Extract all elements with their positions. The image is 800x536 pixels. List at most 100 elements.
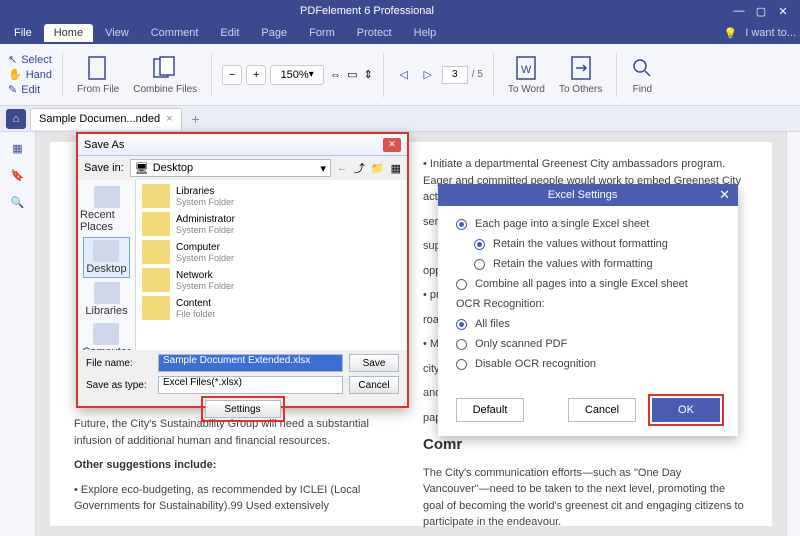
filename-input[interactable]: Sample Document Extended.xlsx: [158, 354, 343, 372]
combine-files-button[interactable]: Combine Files: [129, 52, 201, 97]
save-as-dialog: Save As ✕ Save in: 🖥 Desktop ▾ ← ⤴ 📁 ▦ R…: [76, 132, 409, 408]
edit-tool[interactable]: ✎Edit: [8, 83, 52, 96]
to-word-button[interactable]: W To Word: [504, 52, 549, 97]
from-file-button[interactable]: From File: [73, 52, 123, 97]
savein-toolbar: Save in: 🖥 Desktop ▾ ← ⤴ 📁 ▦: [78, 156, 407, 180]
bookmark-icon[interactable]: 🔖: [11, 169, 25, 182]
menu-file[interactable]: File: [4, 24, 42, 42]
close-tab-icon[interactable]: ×: [166, 113, 172, 125]
desktop-icon: 🖥: [135, 162, 149, 175]
cursor-icon: ↖: [8, 53, 17, 66]
hand-icon: ✋: [8, 68, 22, 81]
word-icon: W: [515, 54, 537, 82]
zoom-out-button[interactable]: −: [222, 65, 242, 85]
select-tool[interactable]: ↖Select: [8, 53, 52, 66]
list-item[interactable]: ContentFile folder: [138, 294, 405, 322]
menu-comment[interactable]: Comment: [141, 24, 209, 42]
up-icon[interactable]: ⤴: [354, 160, 365, 176]
page-number-input[interactable]: [442, 66, 468, 84]
ok-button[interactable]: OK: [652, 398, 720, 422]
settings-button[interactable]: Settings: [205, 400, 281, 418]
menu-home[interactable]: Home: [44, 24, 93, 42]
ocr-all[interactable]: All files: [456, 318, 720, 330]
opt-no-format[interactable]: Retain the values without formatting: [474, 238, 720, 250]
cancel-button[interactable]: Cancel: [349, 376, 399, 394]
find-button[interactable]: Find: [627, 52, 657, 97]
list-item[interactable]: AdministratorSystem Folder: [138, 210, 405, 238]
want-to-label[interactable]: I want to...: [745, 27, 796, 39]
list-item[interactable]: ComputerSystem Folder: [138, 238, 405, 266]
document-tab[interactable]: Sample Documen...nded ×: [30, 108, 182, 130]
body-text: • Explore eco-budgeting, as recommended …: [74, 482, 399, 515]
minimize-button[interactable]: —: [728, 3, 750, 19]
back-icon[interactable]: ←: [337, 162, 348, 174]
prev-page-button[interactable]: ◁: [394, 65, 414, 85]
opt-with-format[interactable]: Retain the values with formatting: [474, 258, 720, 270]
page-total: / 5: [472, 69, 483, 80]
opt-each-page[interactable]: Each page into a single Excel sheet: [456, 218, 720, 230]
next-page-button[interactable]: ▷: [418, 65, 438, 85]
opt-combine[interactable]: Combine all pages into a single Excel sh…: [456, 278, 720, 290]
radio-icon: [474, 259, 485, 270]
excel-dialog-close-button[interactable]: ✕: [719, 187, 730, 203]
thumbnails-icon[interactable]: ▦: [12, 142, 22, 155]
file-icon: [87, 54, 109, 82]
savetype-select[interactable]: Excel Files(*.xlsx): [158, 376, 343, 394]
menu-view[interactable]: View: [95, 24, 139, 42]
excel-cancel-button[interactable]: Cancel: [568, 398, 636, 422]
hand-tool[interactable]: ✋Hand: [8, 68, 52, 81]
place-libraries[interactable]: Libraries: [83, 280, 129, 319]
search-panel-icon[interactable]: 🔍: [11, 196, 25, 209]
zoom-in-button[interactable]: +: [246, 65, 266, 85]
document-tab-bar: ⌂ Sample Documen...nded × +: [0, 106, 800, 132]
place-recent[interactable]: Recent Places: [78, 184, 135, 235]
fit-page-button[interactable]: ▭: [347, 68, 357, 81]
place-desktop[interactable]: Desktop: [83, 237, 129, 278]
excel-settings-dialog: Excel Settings ✕ Each page into a single…: [438, 184, 738, 436]
titlebar: PDFelement 6 Professional — ▢ ✕: [0, 0, 800, 22]
ribbon: ↖Select ✋Hand ✎Edit From File Combine Fi…: [0, 44, 800, 106]
menu-edit[interactable]: Edit: [210, 24, 249, 42]
vertical-scrollbar[interactable]: [786, 132, 800, 536]
close-button[interactable]: ✕: [772, 3, 794, 19]
zoom-controls: − + 150% ▾: [222, 65, 324, 85]
place-computer[interactable]: Computer: [80, 321, 132, 350]
default-button[interactable]: Default: [456, 398, 524, 422]
fit-width-button[interactable]: ⇔: [330, 69, 341, 81]
to-others-button[interactable]: To Others: [555, 52, 606, 97]
save-button[interactable]: Save: [349, 354, 399, 372]
ocr-scanned[interactable]: Only scanned PDF: [456, 338, 720, 350]
zoom-select[interactable]: 150% ▾: [270, 65, 324, 85]
menu-help[interactable]: Help: [404, 24, 447, 42]
svg-text:W: W: [521, 64, 532, 76]
add-tab-button[interactable]: +: [186, 111, 206, 127]
menubar: File Home View Comment Edit Page Form Pr…: [0, 22, 800, 44]
dialog-titlebar: Save As ✕: [78, 134, 407, 156]
dialog-bottom: File name: Sample Document Extended.xlsx…: [78, 350, 407, 424]
list-item[interactable]: NetworkSystem Folder: [138, 266, 405, 294]
page-nav: ◁ ▷ / 5: [394, 65, 483, 85]
dialog-close-button[interactable]: ✕: [383, 138, 401, 152]
home-tab-button[interactable]: ⌂: [6, 109, 26, 129]
left-sidebar: ▦ 🔖 🔍: [0, 132, 36, 536]
menu-form[interactable]: Form: [299, 24, 345, 42]
fit-height-button[interactable]: ⇕: [364, 68, 373, 81]
tab-label: Sample Documen...nded: [39, 113, 160, 125]
lightbulb-icon: 💡: [724, 27, 738, 40]
menu-protect[interactable]: Protect: [347, 24, 402, 42]
excel-dialog-body: Each page into a single Excel sheet Reta…: [438, 206, 738, 390]
list-item[interactable]: LibrariesSystem Folder: [138, 182, 405, 210]
new-folder-icon[interactable]: 📁: [371, 162, 385, 175]
excel-dialog-footer: Default Cancel OK: [438, 390, 738, 436]
pencil-icon: ✎: [8, 83, 17, 96]
menu-page[interactable]: Page: [251, 24, 297, 42]
view-icon[interactable]: ▦: [391, 162, 401, 175]
savein-label: Save in:: [84, 162, 124, 174]
filename-label: File name:: [86, 358, 152, 369]
file-list[interactable]: LibrariesSystem Folder AdministratorSyst…: [136, 180, 407, 350]
heading: Other suggestions include:: [74, 457, 399, 474]
radio-icon: [456, 279, 467, 290]
maximize-button[interactable]: ▢: [750, 3, 772, 19]
savein-select[interactable]: 🖥 Desktop ▾: [130, 159, 331, 177]
ocr-disable[interactable]: Disable OCR recognition: [456, 358, 720, 370]
